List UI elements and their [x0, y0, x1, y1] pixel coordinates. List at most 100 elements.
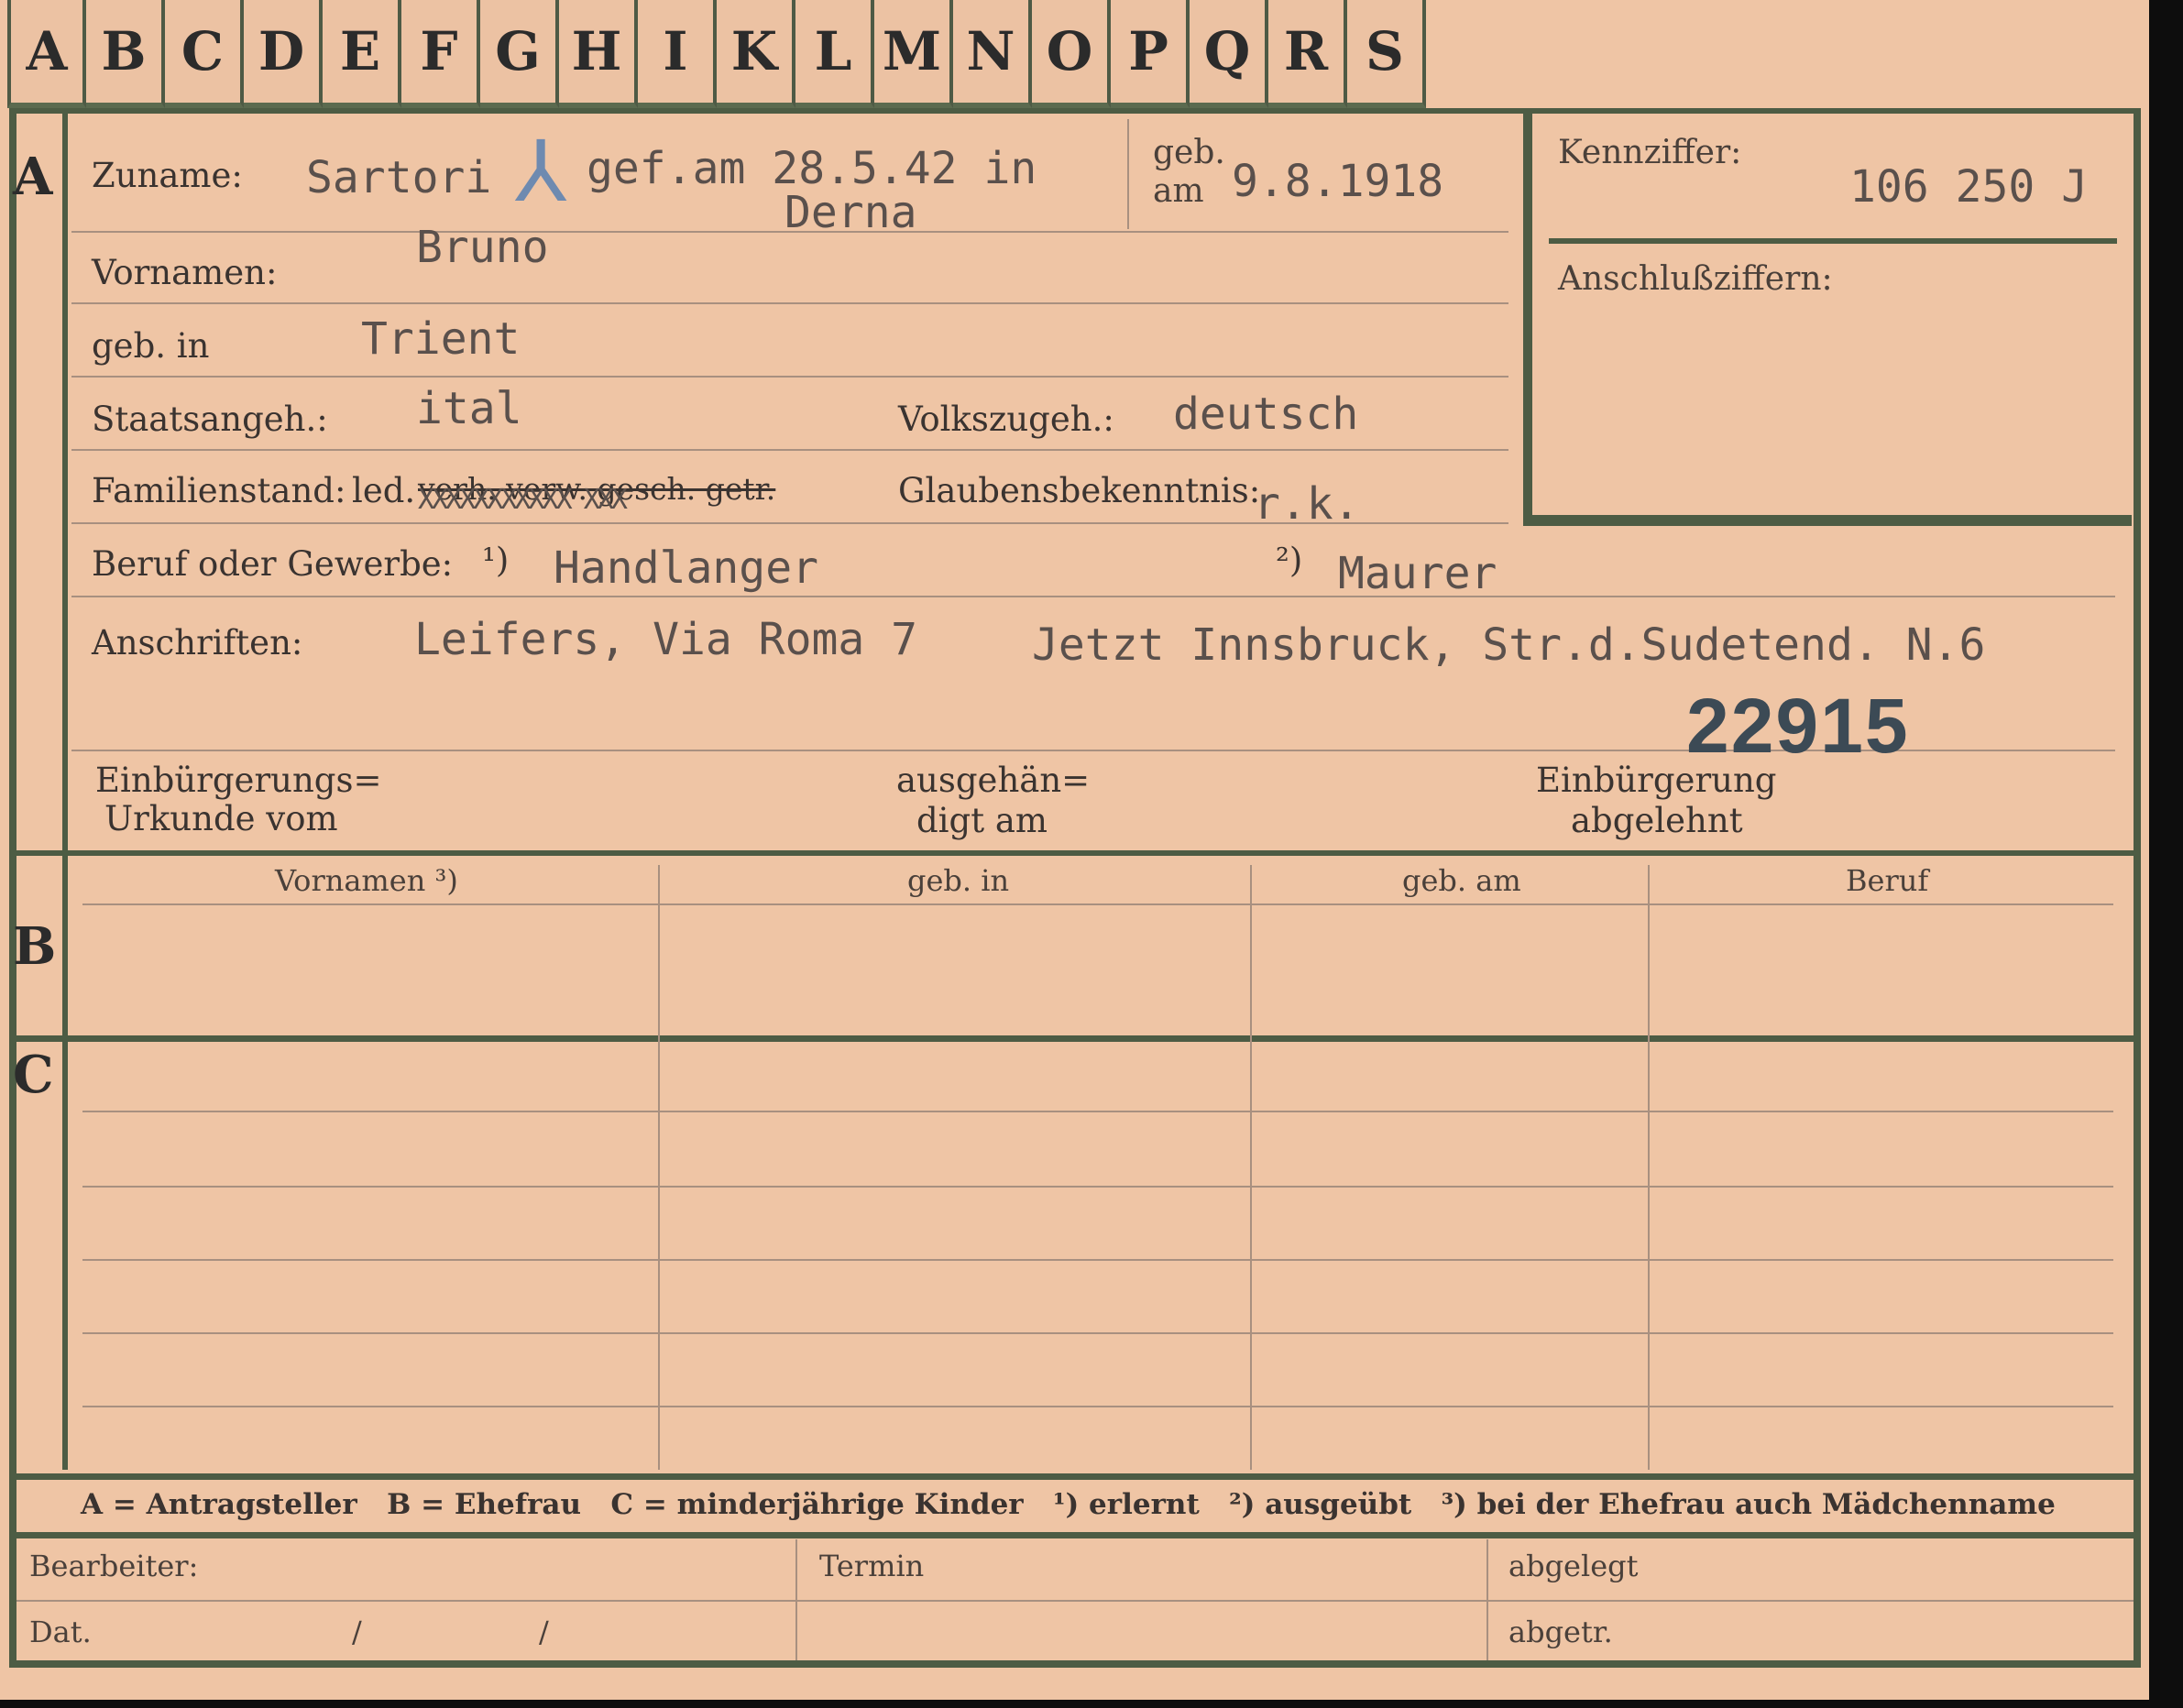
alphabet-tab-l: L — [795, 0, 874, 108]
alphabet-tab-b: B — [86, 0, 165, 108]
alphabet-tab-i: I — [638, 0, 717, 108]
rule-row-3 — [71, 376, 1508, 378]
footer-mid-rule — [16, 1600, 2134, 1602]
einb-abgelehnt-label-1: Einbürgerung — [1536, 761, 1777, 800]
staat-value: ital — [416, 383, 522, 434]
table-c-rule-4 — [82, 1332, 2113, 1334]
beruf-2-marker: ²) — [1276, 541, 1303, 580]
table-c-rule-5 — [82, 1406, 2113, 1407]
death-note-line-2: Derna — [784, 187, 917, 238]
registration-card: ABCDEFGHIKLMNOPQRS A B C Kennziffer: 106… — [0, 0, 2149, 1700]
beruf-1-value: Handlanger — [554, 542, 818, 594]
section-b-top-rule — [13, 850, 2135, 856]
vornamen-label: Vornamen: — [92, 253, 278, 292]
kennziffer-label: Kennziffer: — [1558, 134, 1742, 171]
beruf-1-marker: ¹) — [482, 541, 510, 580]
rule-row-6 — [71, 596, 2115, 597]
alphabet-tab-a: A — [7, 0, 86, 108]
einb-urkunde-label-1: Einbürgerungs= — [95, 761, 382, 800]
legend-bottom-rule — [13, 1532, 2135, 1538]
table-b-header-geb-in: geb. in — [907, 863, 1010, 898]
table-b-header-geb-am: geb. am — [1402, 863, 1521, 898]
alphabet-tab-q: Q — [1190, 0, 1268, 108]
volk-value: deutsch — [1173, 389, 1359, 440]
einb-abgelehnt-label-2: abgelehnt — [1571, 801, 1743, 840]
table-b-header-beruf: Beruf — [1846, 863, 1929, 898]
table-c-rule-1 — [82, 1111, 2113, 1112]
geb-am-label-2: am — [1153, 172, 1204, 210]
table-c-rule-2 — [82, 1186, 2113, 1188]
kennziffer-box-bottom — [1523, 515, 2132, 526]
alphabet-tab-h: H — [559, 0, 638, 108]
ausgehaen-label-2: digt am — [916, 801, 1048, 840]
alphabet-tab-e: E — [323, 0, 401, 108]
anschriften-line-1: Leifers, Via Roma 7 — [414, 614, 918, 665]
anschriften-line-2: Jetzt Innsbruck, Str.d.Sudetend. N.6 — [1032, 619, 1986, 671]
rule-geb-am-divider — [1127, 119, 1129, 229]
death-symbol: ⅄ — [515, 123, 567, 221]
einb-urkunde-label-2: Urkunde vom — [104, 799, 338, 838]
alphabet-tab-r: R — [1268, 0, 1347, 108]
alphabet-tab-o: O — [1032, 0, 1111, 108]
kennziffer-divider — [1549, 238, 2117, 244]
section-b-label: B — [13, 916, 57, 977]
frame-right-rule — [2134, 108, 2141, 1666]
geb-in-label: geb. in — [92, 326, 210, 366]
alphabet-tab-d: D — [244, 0, 323, 108]
vornamen-value: Bruno — [416, 222, 549, 273]
kennziffer-box-left — [1523, 114, 1532, 526]
familie-typed-x: XXXXXXXXXXX XXX — [418, 484, 628, 516]
alphabet-tab-s: S — [1347, 0, 1426, 108]
table-col-divider-1 — [658, 865, 660, 1470]
table-col-divider-2 — [1250, 865, 1252, 1470]
table-b-header-rule — [82, 903, 2113, 905]
alphabet-tab-k: K — [717, 0, 795, 108]
staat-label: Staatsangeh.: — [92, 400, 328, 439]
geb-am-label-1: geb. — [1153, 134, 1225, 171]
footer-dat: Dat. — [29, 1615, 92, 1649]
footer-divider-2 — [1486, 1539, 1488, 1660]
zuname-label: Zuname: — [92, 156, 243, 195]
footer-bearbeiter: Bearbeiter: — [29, 1549, 199, 1583]
geb-in-value: Trient — [361, 313, 521, 365]
familie-label: Familienstand: — [92, 471, 346, 510]
alphabet-tab-p: P — [1111, 0, 1190, 108]
footer-slash-2: / — [539, 1615, 549, 1649]
alphabet-tab-m: M — [874, 0, 953, 108]
glaube-label: Glaubensbekenntnis: — [898, 471, 1261, 510]
footer-abgelegt: abgelegt — [1508, 1549, 1639, 1583]
kennziffer-value: 106 250 J — [1849, 161, 2089, 213]
section-c-label: C — [13, 1045, 54, 1105]
familie-led: led. — [352, 471, 416, 510]
stamp-number: 22915 — [1686, 683, 1910, 769]
ausgehaen-label-1: ausgehän= — [896, 761, 1091, 800]
anschriften-label: Anschriften: — [92, 623, 303, 662]
beruf-label: Beruf oder Gewerbe: — [92, 544, 454, 584]
section-a-label: A — [13, 147, 53, 207]
beruf-2-value: Maurer — [1338, 548, 1497, 599]
footer-abgetr: abgetr. — [1508, 1615, 1613, 1649]
geb-am-value: 9.8.1918 — [1232, 156, 1444, 207]
alphabet-tab-f: F — [401, 0, 480, 108]
section-c-top-rule — [13, 1035, 2135, 1042]
table-col-divider-3 — [1648, 865, 1650, 1470]
rule-row-2 — [71, 302, 1508, 304]
alphabet-tab-c: C — [165, 0, 244, 108]
anschluss-label: Anschlußziffern: — [1558, 260, 1833, 298]
glaube-value: r.k. — [1254, 478, 1360, 530]
table-c-rule-3 — [82, 1259, 2113, 1261]
rule-row-4 — [71, 449, 1508, 451]
alphabet-tab-strip: ABCDEFGHIKLMNOPQRS — [7, 0, 1426, 110]
footer-termin: Termin — [819, 1549, 925, 1583]
frame-left-rule — [9, 108, 16, 1666]
legend-top-rule — [13, 1473, 2135, 1480]
alphabet-tab-n: N — [953, 0, 1032, 108]
zuname-value: Sartori — [306, 152, 492, 203]
frame-bottom-rule — [9, 1660, 2141, 1668]
volk-label: Volkszugeh.: — [898, 400, 1114, 439]
footer-slash-1: / — [352, 1615, 362, 1649]
legend-text: A = Antragsteller B = Ehefrau C = minder… — [81, 1488, 2056, 1521]
table-b-header-vornamen: Vornamen ³) — [275, 863, 458, 898]
alphabet-tab-g: G — [480, 0, 559, 108]
footer-divider-1 — [795, 1539, 797, 1660]
